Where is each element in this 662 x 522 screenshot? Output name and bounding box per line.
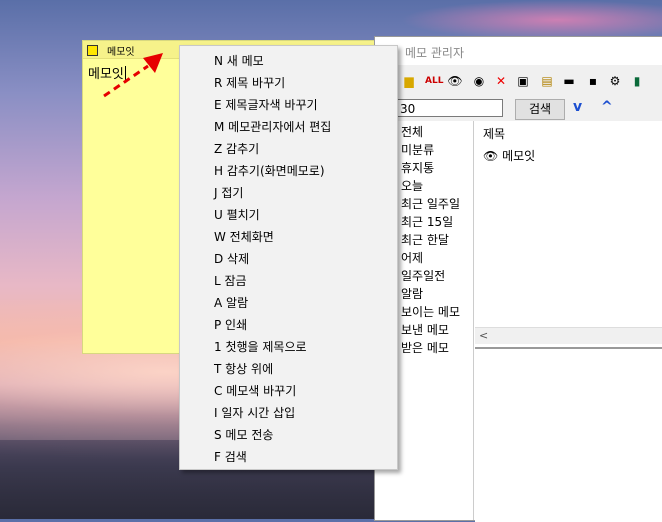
monitor-icon[interactable]: ▣ bbox=[515, 73, 531, 89]
horizontal-scrollbar[interactable]: < bbox=[475, 327, 662, 344]
scroll-left-icon[interactable]: < bbox=[479, 329, 488, 342]
manager-title-bar[interactable]: 메모 관리자 bbox=[375, 37, 662, 65]
menu-item-hide[interactable]: Z 감추기 bbox=[214, 140, 259, 157]
eye-outline-icon[interactable]: ◉ bbox=[471, 73, 487, 89]
menu-item-insert-datetime[interactable]: I 일자 시간 삽입 bbox=[214, 404, 295, 421]
eye-icon[interactable]: 👁 bbox=[447, 73, 463, 89]
category-item[interactable]: 최근 일주일 bbox=[401, 195, 460, 212]
memo-row-title: 메모잇 bbox=[502, 149, 536, 163]
delete-icon[interactable]: ✕ bbox=[493, 73, 509, 89]
menu-item-fold[interactable]: J 접기 bbox=[214, 184, 243, 201]
menu-item-search[interactable]: F 검색 bbox=[214, 448, 247, 465]
folder-icon[interactable]: ▆ bbox=[401, 73, 417, 89]
column-header-title[interactable]: 제목 bbox=[483, 125, 505, 142]
search-input[interactable]: 30 bbox=[395, 99, 503, 117]
menu-item-hide-to-screen[interactable]: H 감추기(화면메모로) bbox=[214, 162, 325, 179]
memo-color-icon bbox=[87, 45, 98, 56]
context-menu: N 새 메모 R 제목 바꾸기 E 제목글자색 바꾸기 M 메모관리자에서 편집… bbox=[179, 45, 398, 470]
category-item[interactable]: 보낸 메모 bbox=[401, 321, 449, 338]
search-button[interactable]: 검색 bbox=[515, 99, 565, 120]
category-item[interactable]: 휴지통 bbox=[401, 159, 434, 176]
menu-item-new-memo[interactable]: N 새 메모 bbox=[214, 52, 264, 69]
menu-item-memo-color[interactable]: C 메모색 바꾸기 bbox=[214, 382, 296, 399]
category-item[interactable]: 오늘 bbox=[401, 177, 423, 194]
category-item[interactable]: 최근 한달 bbox=[401, 231, 449, 248]
menu-item-first-line-title[interactable]: 1 첫행을 제목으로 bbox=[214, 338, 307, 355]
category-item[interactable]: 일주일전 bbox=[401, 267, 445, 284]
category-item[interactable]: 알람 bbox=[401, 285, 423, 302]
memo-list: 제목 👁 메모잇 bbox=[475, 121, 662, 343]
category-item[interactable]: 보이는 메모 bbox=[401, 303, 460, 320]
gear-icon[interactable]: ⚙ bbox=[607, 73, 623, 89]
memo-title: 메모잇 bbox=[107, 47, 135, 58]
manager-toolbar: ▆ ALL 👁 ◉ ✕ ▣ ▤ ▬ ▪ ⚙ ▮ bbox=[375, 65, 662, 97]
category-item[interactable]: 전체 bbox=[401, 123, 423, 140]
memo-text-area[interactable]: 메모잇 bbox=[88, 63, 126, 82]
manager-title: 메모 관리자 bbox=[405, 46, 465, 60]
next-result-icon[interactable]: v bbox=[573, 99, 582, 115]
category-item[interactable]: 미분류 bbox=[401, 141, 434, 158]
menu-item-print[interactable]: P 인쇄 bbox=[214, 316, 247, 333]
menu-item-title-color[interactable]: E 제목글자색 바꾸기 bbox=[214, 96, 318, 113]
menu-item-delete[interactable]: D 삭제 bbox=[214, 250, 249, 267]
menu-item-rename-title[interactable]: R 제목 바꾸기 bbox=[214, 74, 285, 91]
save-icon[interactable]: ▪ bbox=[585, 73, 601, 89]
category-item[interactable]: 최근 15일 bbox=[401, 213, 453, 230]
wallpaper-cloud bbox=[400, 0, 662, 40]
menu-item-edit-in-manager[interactable]: M 메모관리자에서 편집 bbox=[214, 118, 331, 135]
eye-icon: 👁 bbox=[483, 149, 499, 163]
category-item[interactable]: 어제 bbox=[401, 249, 423, 266]
note-icon[interactable]: ▤ bbox=[539, 73, 555, 89]
all-icon[interactable]: ALL bbox=[425, 73, 443, 89]
memo-body-text: 메모잇 bbox=[88, 67, 124, 82]
menu-item-alarm[interactable]: A 알람 bbox=[214, 294, 248, 311]
memo-manager-window[interactable]: 메모 관리자 ▆ ALL 👁 ◉ ✕ ▣ ▤ ▬ ▪ ⚙ ▮ 30 검색 v ^… bbox=[374, 36, 662, 522]
menu-item-lock[interactable]: L 잠금 bbox=[214, 272, 247, 289]
exit-icon[interactable]: ▮ bbox=[629, 73, 645, 89]
menu-item-always-on-top[interactable]: T 항상 위에 bbox=[214, 360, 273, 377]
category-item[interactable]: 받은 메모 bbox=[401, 339, 449, 356]
tape-icon[interactable]: ▬ bbox=[561, 73, 577, 89]
menu-item-send-memo[interactable]: S 메모 전송 bbox=[214, 426, 273, 443]
menu-item-fullscreen[interactable]: W 전체화면 bbox=[214, 228, 274, 245]
table-row[interactable]: 👁 메모잇 bbox=[483, 147, 535, 164]
text-caret bbox=[124, 66, 126, 80]
prev-result-icon[interactable]: ^ bbox=[601, 99, 613, 115]
memo-preview-pane[interactable] bbox=[475, 347, 662, 522]
search-bar: 30 검색 v ^ bbox=[375, 97, 662, 121]
menu-item-unfold[interactable]: U 펼치기 bbox=[214, 206, 260, 223]
